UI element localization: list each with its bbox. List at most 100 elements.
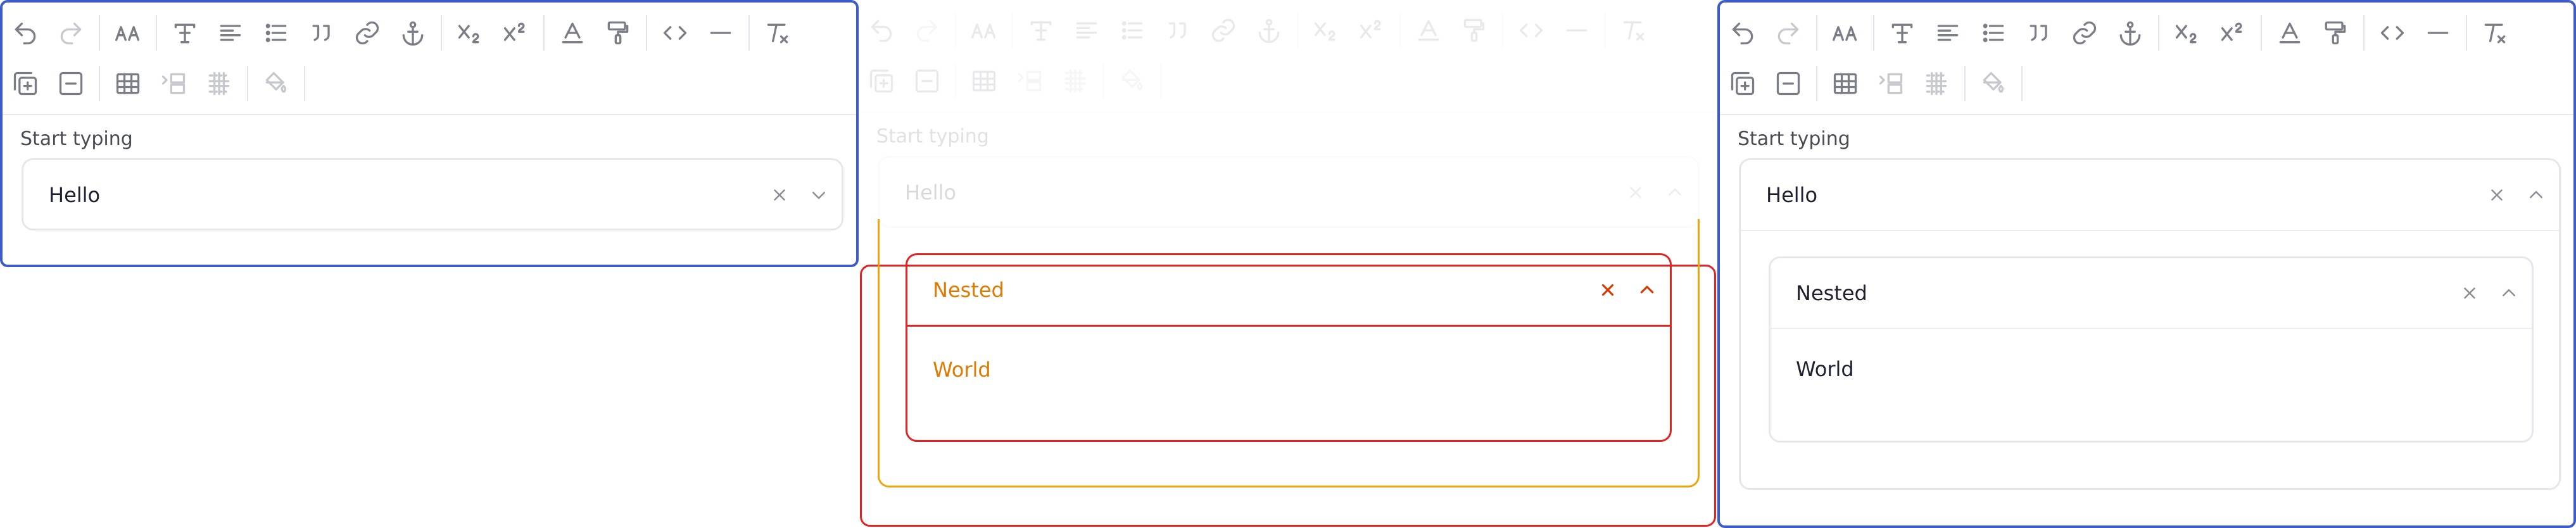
chevron-up-icon[interactable] [2492, 277, 2525, 310]
column-grid-icon[interactable] [1052, 56, 1098, 106]
select-header: Hello [880, 158, 1698, 227]
text-color-icon[interactable] [2267, 8, 2313, 58]
option-world[interactable]: World [1796, 357, 1854, 381]
nested-select[interactable]: Nested World [1769, 256, 2534, 443]
text-style-icon[interactable] [1018, 5, 1064, 56]
insert-table-icon[interactable] [859, 56, 904, 106]
anchor-icon[interactable] [1246, 5, 1292, 56]
column-grid-icon[interactable] [196, 58, 242, 109]
undo-icon[interactable] [859, 5, 904, 56]
table-icon[interactable] [1822, 58, 1868, 109]
insert-table-icon[interactable] [1720, 58, 1765, 109]
font-size-icon[interactable] [1822, 8, 1868, 58]
text-style-icon[interactable] [1879, 8, 1925, 58]
table-icon[interactable] [961, 56, 1007, 106]
horizontal-rule-icon[interactable] [1554, 5, 1600, 56]
chevron-down-icon[interactable] [802, 179, 835, 211]
clear-icon[interactable] [763, 179, 796, 211]
column-grid-icon[interactable] [1914, 58, 1959, 109]
clear-format-icon[interactable] [2472, 8, 2518, 58]
toolbar-separator [247, 66, 248, 101]
fill-color-icon[interactable] [1971, 58, 2016, 109]
toolbar-separator [646, 15, 647, 51]
toolbar-separator [1012, 13, 1013, 48]
link-icon[interactable] [2062, 8, 2107, 58]
align-icon[interactable] [208, 8, 253, 58]
table-icon[interactable] [105, 58, 151, 109]
chevron-up-icon[interactable] [2520, 179, 2553, 211]
code-icon[interactable] [652, 8, 698, 58]
undo-icon[interactable] [1720, 8, 1765, 58]
link-icon[interactable] [1201, 5, 1246, 56]
font-size-icon[interactable] [105, 8, 151, 58]
anchor-icon[interactable] [390, 8, 436, 58]
clear-format-icon[interactable] [755, 8, 800, 58]
indent-row-icon[interactable] [151, 58, 196, 109]
toolbar-separator [99, 66, 100, 101]
outer-select[interactable]: Hello Nested World [1739, 158, 2561, 490]
text-style-icon[interactable] [162, 8, 208, 58]
clear-icon[interactable] [2453, 277, 2486, 310]
fill-color-icon[interactable] [253, 58, 299, 109]
text-color-icon[interactable] [1406, 5, 1451, 56]
list-icon[interactable] [253, 8, 299, 58]
clear-icon[interactable] [2480, 179, 2513, 211]
code-icon[interactable] [2370, 8, 2415, 58]
nested-select-highlight[interactable]: Nested World [906, 253, 1672, 442]
indent-row-icon[interactable] [1868, 58, 1914, 109]
code-icon[interactable] [1508, 5, 1554, 56]
clear-format-icon[interactable] [1611, 5, 1657, 56]
align-icon[interactable] [1064, 5, 1109, 56]
quote-icon[interactable] [2016, 8, 2062, 58]
editor-panel-expanded: Start typing Hello Nested World [1717, 0, 2576, 528]
list-icon[interactable] [1971, 8, 2016, 58]
toolbar-row-2 [859, 56, 1166, 106]
toolbar-separator [955, 63, 956, 99]
nested-select-value: Nested [933, 278, 1004, 302]
subscript-icon[interactable] [447, 8, 493, 58]
superscript-icon[interactable] [2210, 8, 2256, 58]
horizontal-rule-icon[interactable] [2415, 8, 2461, 58]
nested-select-header[interactable]: Nested [907, 255, 1670, 327]
toolbar-separator [2021, 66, 2023, 101]
format-painter-icon[interactable] [595, 8, 641, 58]
format-painter-icon[interactable] [2313, 8, 2358, 58]
redo-icon[interactable] [48, 8, 94, 58]
fill-color-icon[interactable] [1109, 56, 1155, 106]
nested-select-header[interactable]: Nested [1771, 258, 2532, 329]
quote-icon[interactable] [299, 8, 344, 58]
undo-icon[interactable] [3, 8, 48, 58]
clear-icon[interactable] [1591, 273, 1624, 306]
redo-icon[interactable] [1765, 8, 1811, 58]
toolbar-separator [2261, 15, 2262, 51]
option-world[interactable]: World [933, 358, 991, 382]
horizontal-rule-icon[interactable] [698, 8, 743, 58]
link-icon[interactable] [344, 8, 390, 58]
editor-panel-highlighted: Start typing Hello Nested World [859, 0, 1717, 528]
chevron-up-icon[interactable] [1631, 273, 1664, 306]
delete-table-icon[interactable] [904, 56, 950, 106]
redo-icon[interactable] [904, 5, 950, 56]
select-header[interactable]: Hello [23, 160, 842, 230]
select-value: Hello [905, 180, 957, 204]
delete-table-icon[interactable] [1765, 58, 1811, 109]
format-painter-icon[interactable] [1451, 5, 1497, 56]
list-icon[interactable] [1109, 5, 1155, 56]
insert-table-icon[interactable] [3, 58, 48, 109]
subscript-icon[interactable] [2164, 8, 2210, 58]
toolbar-separator [441, 15, 442, 51]
quote-icon[interactable] [1155, 5, 1201, 56]
text-color-icon[interactable] [550, 8, 595, 58]
select-header[interactable]: Hello [1741, 160, 2559, 231]
anchor-icon[interactable] [2107, 8, 2153, 58]
superscript-icon[interactable] [1349, 5, 1394, 56]
align-icon[interactable] [1925, 8, 1971, 58]
subscript-icon[interactable] [1303, 5, 1349, 56]
font-size-icon[interactable] [961, 5, 1007, 56]
editor-panel-collapsed: Start typing Hello [0, 0, 859, 267]
toolbar-separator [1873, 15, 1874, 51]
outer-select[interactable]: Hello [22, 158, 843, 230]
superscript-icon[interactable] [493, 8, 538, 58]
delete-table-icon[interactable] [48, 58, 94, 109]
indent-row-icon[interactable] [1007, 56, 1052, 106]
